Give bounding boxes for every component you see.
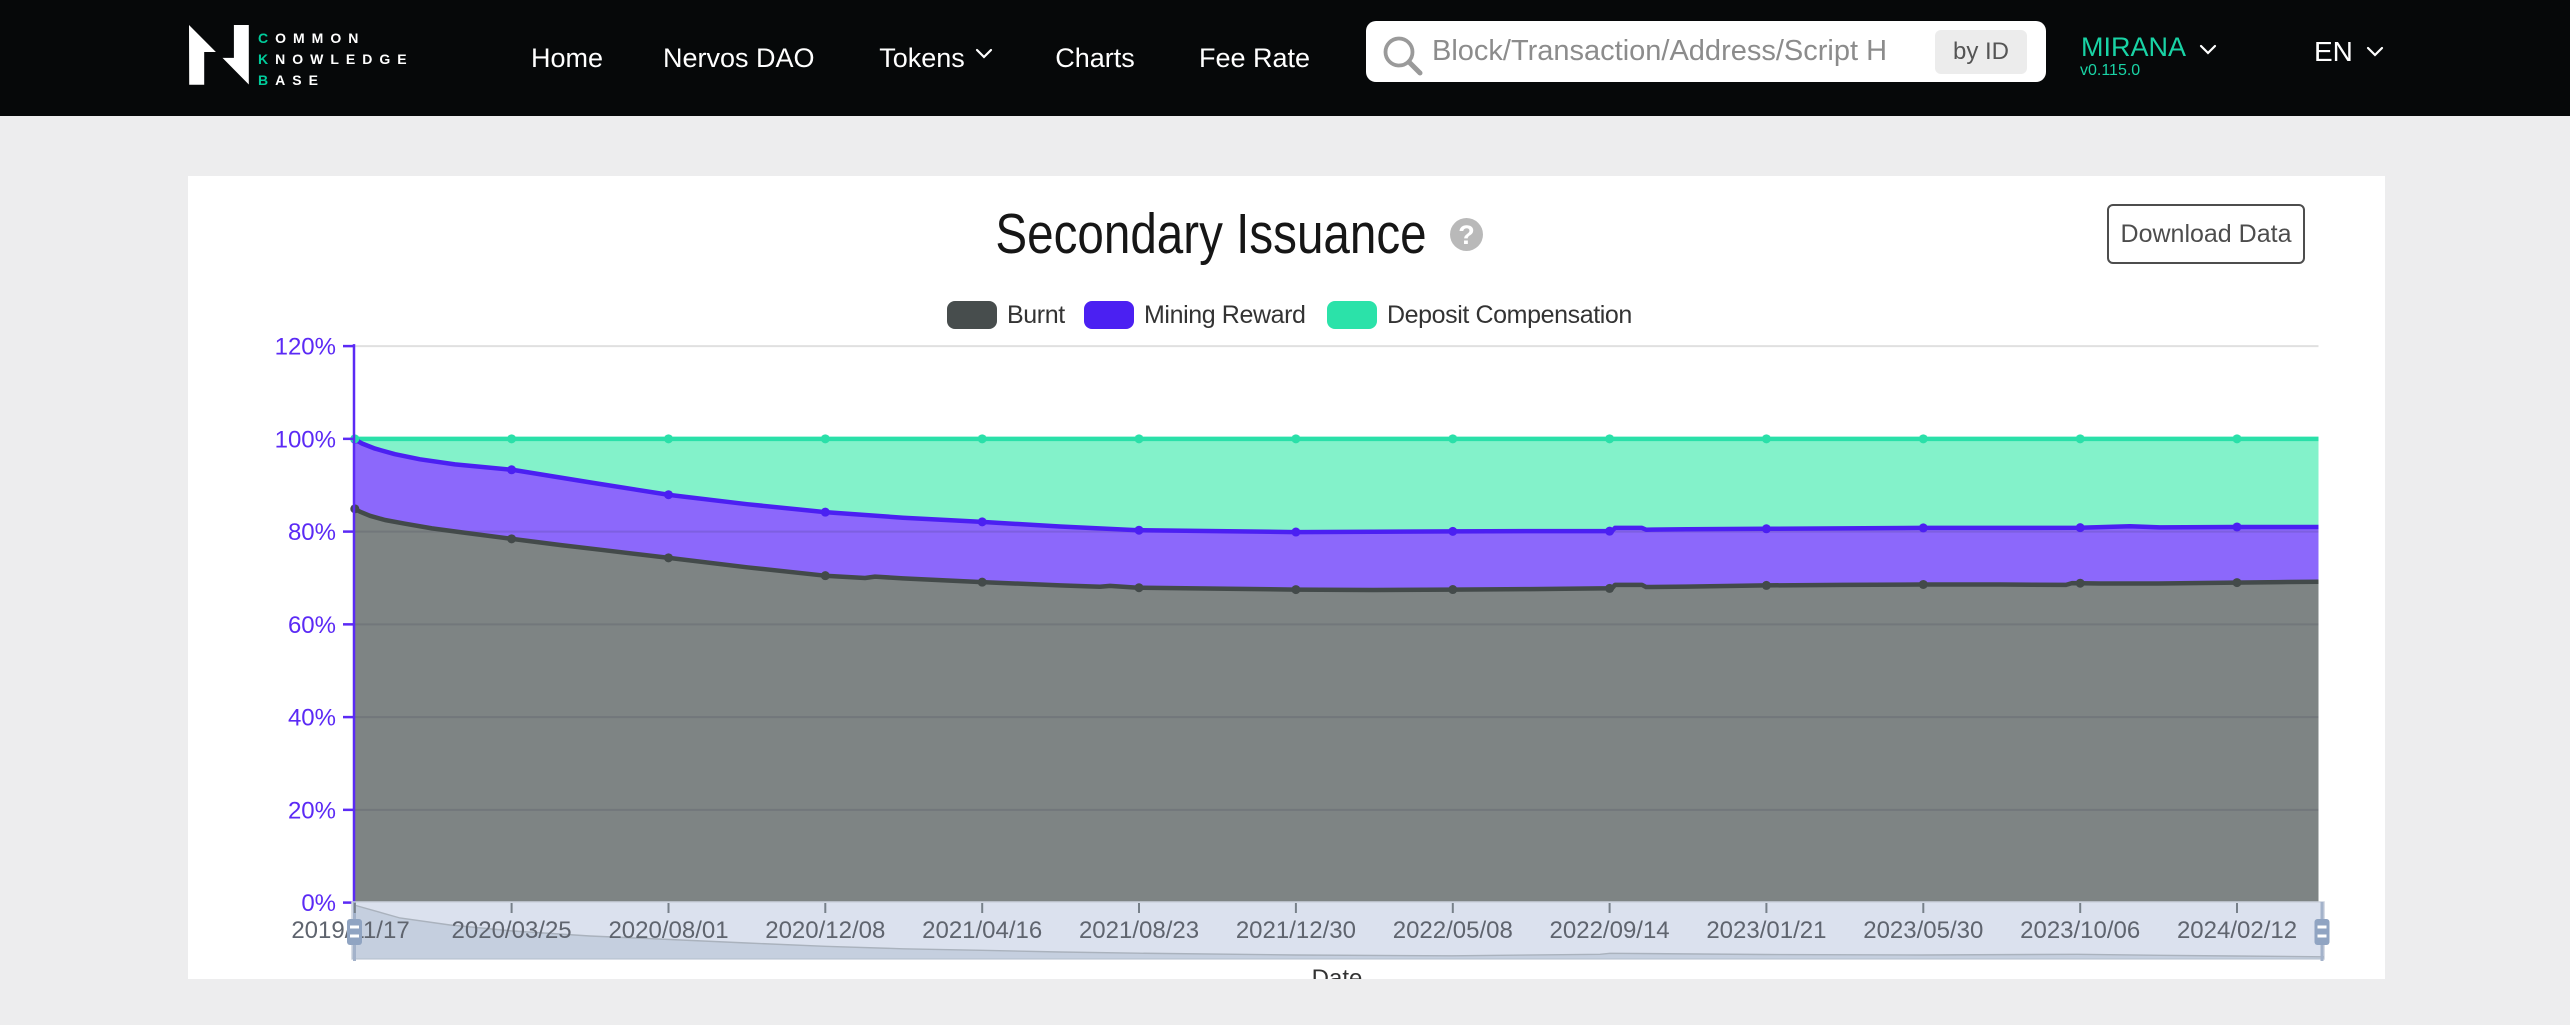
svg-text:2023/05/30: 2023/05/30 [1863,917,1983,944]
svg-text:2022/05/08: 2022/05/08 [1393,917,1513,944]
svg-text:120%: 120% [275,334,336,361]
svg-text:Date: Date [1312,965,1363,979]
svg-text:100%: 100% [275,426,336,453]
svg-text:2020/12/08: 2020/12/08 [765,917,885,944]
svg-text:40%: 40% [288,705,336,732]
svg-text:2021/12/30: 2021/12/30 [1236,917,1356,944]
svg-text:2021/04/16: 2021/04/16 [922,917,1042,944]
svg-text:2022/09/14: 2022/09/14 [1550,917,1670,944]
svg-text:0%: 0% [301,890,336,917]
svg-text:80%: 80% [288,519,336,546]
svg-text:2020/08/01: 2020/08/01 [608,917,728,944]
svg-text:60%: 60% [288,612,336,639]
svg-text:2020/03/25: 2020/03/25 [452,917,572,944]
svg-text:20%: 20% [288,797,336,824]
svg-text:2023/01/21: 2023/01/21 [1706,917,1826,944]
svg-text:2023/10/06: 2023/10/06 [2020,917,2140,944]
svg-text:2024/02/12: 2024/02/12 [2177,917,2297,944]
svg-text:2021/08/23: 2021/08/23 [1079,917,1199,944]
